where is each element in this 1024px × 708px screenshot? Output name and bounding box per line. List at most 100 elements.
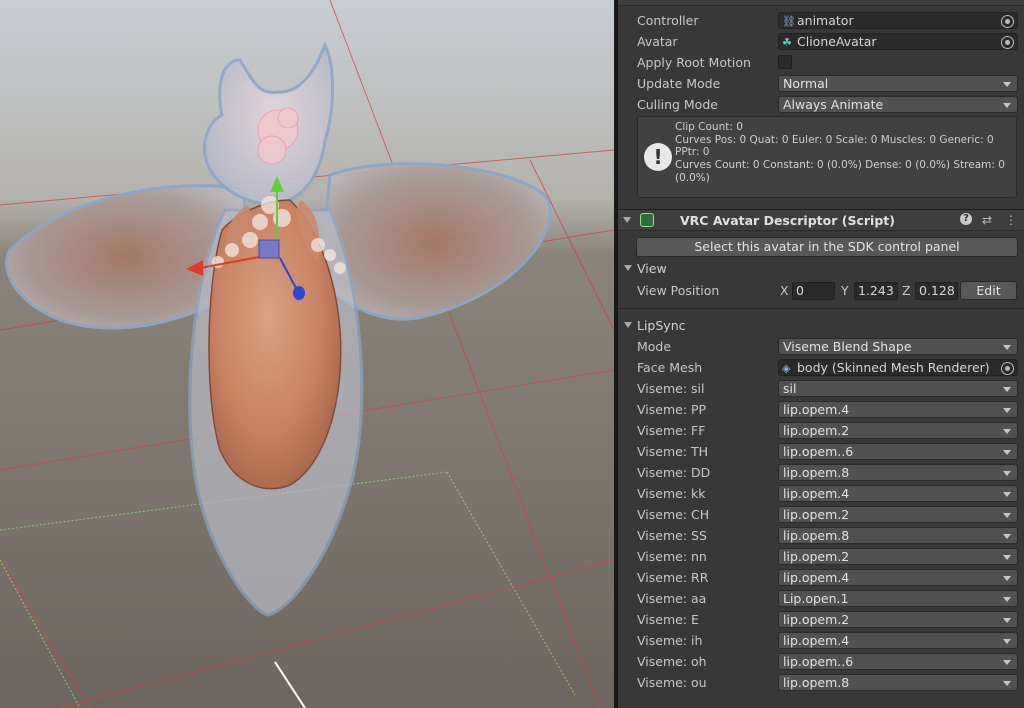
view-position-y-input[interactable]: 1.243 bbox=[854, 282, 898, 300]
lipsync-mode-dropdown[interactable]: Viseme Blend Shape bbox=[778, 338, 1018, 355]
viseme-value: lip.opem.4 bbox=[783, 486, 850, 501]
viseme-value: lip.opem.8 bbox=[783, 675, 850, 690]
select-avatar-button[interactable]: Select this avatar in the SDK control pa… bbox=[636, 237, 1018, 257]
view-section-label: View bbox=[637, 261, 667, 276]
face-mesh-row: Face Mesh ◈ body (Skinned Mesh Renderer) bbox=[618, 357, 1024, 378]
chevron-down-icon bbox=[1003, 576, 1011, 581]
vrc-descriptor-header[interactable]: VRC Avatar Descriptor (Script) ? ⇄ ⋮ bbox=[618, 209, 1024, 231]
lipsync-mode-label: Mode bbox=[637, 339, 672, 354]
viseme-row: Viseme: FF lip.opem.2 bbox=[618, 420, 1024, 441]
view-position-z-input[interactable]: 0.128 bbox=[915, 282, 958, 300]
face-mesh-field[interactable]: ◈ body (Skinned Mesh Renderer) bbox=[778, 359, 1018, 376]
viseme-label: Viseme: CH bbox=[637, 507, 710, 522]
info-line: Curves Count: 0 Constant: 0 (0.0%) Dense… bbox=[675, 159, 1005, 172]
viseme-value: lip.opem.2 bbox=[783, 612, 850, 627]
controller-label: Controller bbox=[637, 13, 699, 28]
kebab-menu-icon[interactable]: ⋮ bbox=[1005, 213, 1017, 227]
viseme-label: Viseme: PP bbox=[637, 402, 707, 417]
avatar-figure-icon: ☘ bbox=[782, 36, 792, 49]
help-icon[interactable]: ? bbox=[960, 213, 972, 225]
viseme-value: lip.opem.4 bbox=[783, 570, 850, 585]
viseme-dropdown[interactable]: lip.opem..6 bbox=[778, 653, 1018, 670]
culling-mode-dropdown[interactable]: Always Animate bbox=[778, 96, 1018, 113]
viseme-dropdown[interactable]: Lip.open.1 bbox=[778, 590, 1018, 607]
viseme-row: Viseme: sil sil bbox=[618, 378, 1024, 399]
viseme-dropdown[interactable]: lip.opem.2 bbox=[778, 548, 1018, 565]
info-line: Clip Count: 0 bbox=[675, 121, 743, 133]
viseme-label: Viseme: sil bbox=[637, 381, 705, 396]
controller-field[interactable]: ⛓ animator bbox=[778, 12, 1018, 29]
viseme-dropdown[interactable]: lip.opem.4 bbox=[778, 485, 1018, 502]
viseme-row: Viseme: kk lip.opem.4 bbox=[618, 483, 1024, 504]
viseme-value: sil bbox=[783, 381, 797, 396]
skinned-mesh-icon: ◈ bbox=[782, 362, 791, 375]
view-position-row: View Position X 0 Y 1.243 Z 0.128 Edit bbox=[618, 280, 1024, 301]
viseme-value: Lip.open.1 bbox=[783, 591, 849, 606]
animator-controller-icon: ⛓ bbox=[782, 15, 796, 28]
foldout-arrow-icon bbox=[624, 322, 632, 328]
object-picker-icon[interactable] bbox=[1001, 362, 1014, 375]
viseme-dropdown[interactable]: lip.opem.2 bbox=[778, 611, 1018, 628]
viseme-value: lip.opem.4 bbox=[783, 402, 850, 417]
viseme-dropdown[interactable]: lip.opem.2 bbox=[778, 422, 1018, 439]
chevron-down-icon bbox=[1003, 450, 1011, 455]
avatar-field[interactable]: ☘ ClioneAvatar bbox=[778, 33, 1018, 50]
viseme-dropdown[interactable]: lip.opem.8 bbox=[778, 527, 1018, 544]
viseme-value: lip.opem.2 bbox=[783, 507, 850, 522]
chevron-down-icon bbox=[1003, 555, 1011, 560]
lipsync-mode-value: Viseme Blend Shape bbox=[783, 339, 912, 354]
viseme-dropdown[interactable]: lip.opem.2 bbox=[778, 506, 1018, 523]
viseme-row: Viseme: oh lip.opem..6 bbox=[618, 651, 1024, 672]
chevron-down-icon bbox=[1003, 429, 1011, 434]
viseme-dropdown[interactable]: lip.opem.4 bbox=[778, 401, 1018, 418]
viseme-dropdown[interactable]: lip.opem.8 bbox=[778, 674, 1018, 691]
culling-mode-label: Culling Mode bbox=[637, 97, 718, 112]
info-line: (0.0%) bbox=[675, 171, 710, 184]
viseme-row: Viseme: SS lip.opem.8 bbox=[618, 525, 1024, 546]
apply-root-motion-label: Apply Root Motion bbox=[637, 55, 751, 70]
viseme-value: lip.opem.2 bbox=[783, 549, 850, 564]
viseme-label: Viseme: SS bbox=[637, 528, 707, 543]
viseme-label: Viseme: ih bbox=[637, 633, 703, 648]
foldout-arrow-icon[interactable] bbox=[623, 217, 631, 223]
update-mode-dropdown[interactable]: Normal bbox=[778, 75, 1018, 92]
view-position-x-input[interactable]: 0 bbox=[792, 282, 835, 300]
chevron-down-icon bbox=[1003, 492, 1011, 497]
scene-view[interactable] bbox=[0, 0, 614, 708]
viseme-label: Viseme: E bbox=[637, 612, 699, 627]
viseme-label: Viseme: nn bbox=[637, 549, 707, 564]
apply-root-motion-row: Apply Root Motion bbox=[618, 52, 1024, 73]
chevron-down-icon bbox=[1003, 345, 1011, 350]
viseme-row: Viseme: RR lip.opem.4 bbox=[618, 567, 1024, 588]
viseme-row: Viseme: ou lip.opem.8 bbox=[618, 672, 1024, 693]
viseme-dropdown[interactable]: lip.opem.4 bbox=[778, 569, 1018, 586]
viseme-value: lip.opem.8 bbox=[783, 528, 850, 543]
presets-icon[interactable]: ⇄ bbox=[982, 213, 992, 227]
chevron-down-icon bbox=[1003, 408, 1011, 413]
face-mesh-value: body (Skinned Mesh Renderer) bbox=[797, 360, 990, 375]
viseme-label: Viseme: kk bbox=[637, 486, 706, 501]
chevron-down-icon bbox=[1003, 618, 1011, 623]
script-component-icon bbox=[640, 213, 654, 227]
viseme-dropdown[interactable]: lip.opem.4 bbox=[778, 632, 1018, 649]
foldout-arrow-icon bbox=[624, 265, 632, 271]
viseme-row: Viseme: CH lip.opem.2 bbox=[618, 504, 1024, 525]
viseme-row: Viseme: TH lip.opem..6 bbox=[618, 441, 1024, 462]
chevron-down-icon bbox=[1003, 513, 1011, 518]
update-mode-label: Update Mode bbox=[637, 76, 721, 91]
viseme-dropdown[interactable]: lip.opem.8 bbox=[778, 464, 1018, 481]
inspector-panel: Controller ⛓ animator Avatar ☘ ClioneAva… bbox=[618, 0, 1024, 708]
edit-view-position-button[interactable]: Edit bbox=[960, 281, 1017, 300]
viseme-row: Viseme: ih lip.opem.4 bbox=[618, 630, 1024, 651]
viseme-dropdown[interactable]: sil bbox=[778, 380, 1018, 397]
apply-root-motion-checkbox[interactable] bbox=[778, 55, 792, 69]
info-line: Curves Pos: 0 Quat: 0 Euler: 0 Scale: 0 … bbox=[675, 133, 994, 146]
viseme-dropdown[interactable]: lip.opem..6 bbox=[778, 443, 1018, 460]
controller-value: animator bbox=[797, 13, 854, 28]
scene-viewport[interactable] bbox=[0, 0, 614, 708]
culling-mode-value: Always Animate bbox=[783, 97, 884, 112]
object-picker-icon[interactable] bbox=[1001, 15, 1014, 28]
animator-component-header[interactable] bbox=[618, 0, 1024, 6]
object-picker-icon[interactable] bbox=[1001, 36, 1014, 49]
viseme-value: lip.opem.4 bbox=[783, 633, 850, 648]
